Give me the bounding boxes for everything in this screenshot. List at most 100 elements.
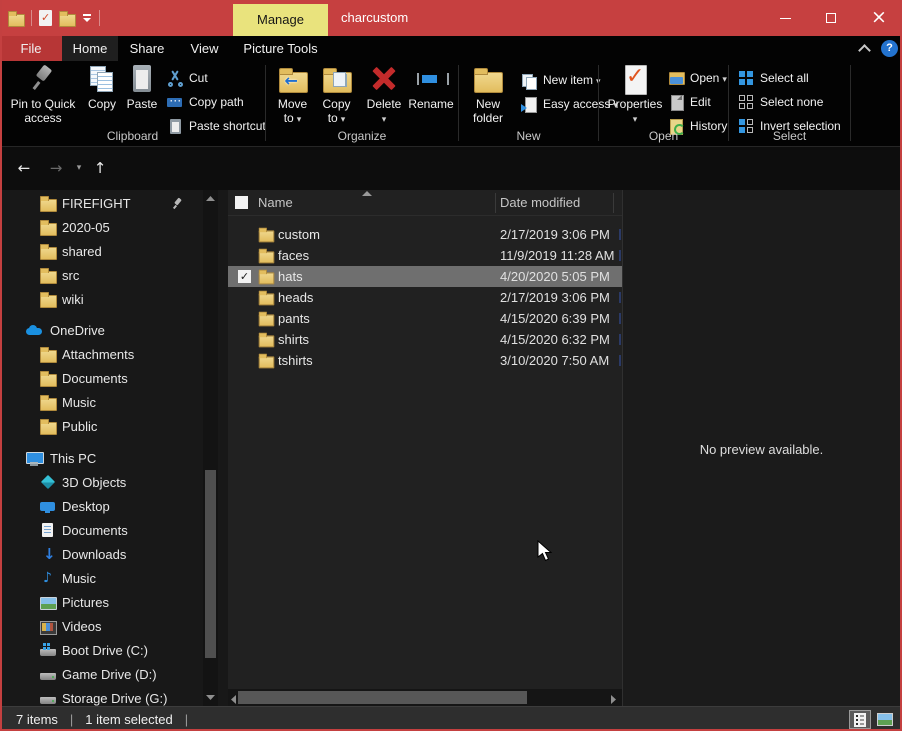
- tab-view[interactable]: View: [176, 36, 233, 61]
- sidebar-item-documents[interactable]: Documents: [0, 367, 200, 391]
- horizontal-scrollbar[interactable]: [228, 689, 622, 706]
- details-view-button[interactable]: [849, 710, 871, 729]
- paste-button[interactable]: Paste: [122, 63, 162, 111]
- scroll-up-icon[interactable]: [206, 196, 215, 201]
- sidebar-item-2020-05[interactable]: 2020-05: [0, 216, 200, 240]
- sidebar-item-label: FIREFIGHT: [62, 192, 131, 216]
- new-folder-label: New folder: [462, 97, 514, 125]
- paste-label: Paste: [127, 97, 158, 111]
- file-row[interactable]: faces 11/9/2019 11:28 AM: [228, 245, 622, 266]
- sidebar-item-pictures[interactable]: Pictures: [0, 591, 200, 615]
- help-icon[interactable]: [881, 40, 898, 57]
- forward-button[interactable]: [42, 155, 70, 181]
- tab-home[interactable]: Home: [62, 36, 118, 61]
- column-separator[interactable]: [495, 193, 496, 213]
- file-row[interactable]: shirts 4/15/2020 6:32 PM: [228, 329, 622, 350]
- scroll-right-icon[interactable]: [611, 695, 616, 704]
- tab-manage[interactable]: Manage: [233, 4, 328, 36]
- maximize-button[interactable]: [808, 0, 854, 36]
- folder-icon: [259, 270, 275, 285]
- sidebar-item-boot-drive-c[interactable]: Boot Drive (C:): [0, 639, 200, 663]
- tab-share[interactable]: Share: [118, 36, 176, 61]
- open-button[interactable]: Open: [668, 67, 727, 89]
- file-name: hats: [278, 266, 303, 287]
- file-name: shirts: [278, 329, 309, 350]
- qat-new-folder-icon[interactable]: [59, 11, 75, 26]
- select-none-button[interactable]: Select none: [738, 91, 823, 113]
- tab-picture-tools[interactable]: Picture Tools: [233, 36, 328, 61]
- file-row[interactable]: tshirts 3/10/2020 7:50 AM: [228, 350, 622, 371]
- up-button[interactable]: [88, 155, 112, 181]
- copy-button[interactable]: Copy: [82, 63, 122, 111]
- sidebar-item-src[interactable]: src: [0, 264, 200, 288]
- delete-button[interactable]: Delete: [362, 63, 406, 121]
- close-button[interactable]: [856, 0, 902, 36]
- sidebar-item-attachments[interactable]: Attachments: [0, 343, 200, 367]
- select-all-button[interactable]: Select all: [738, 67, 809, 89]
- large-icons-view-button[interactable]: [874, 710, 896, 729]
- copy-path-button[interactable]: Copy path: [167, 91, 244, 113]
- sidebar-item-label: 2020-05: [62, 216, 110, 240]
- back-button[interactable]: [10, 155, 38, 181]
- sidebar-item-music[interactable]: Music: [0, 567, 200, 591]
- sidebar-item-documents[interactable]: Documents: [0, 519, 200, 543]
- collapse-ribbon-icon[interactable]: [858, 42, 872, 56]
- sidebar-item-desktop[interactable]: Desktop: [0, 495, 200, 519]
- scroll-left-icon[interactable]: [231, 695, 236, 704]
- new-item-icon: [521, 72, 538, 89]
- file-row[interactable]: hats 4/20/2020 5:05 PM: [228, 266, 622, 287]
- column-header-date-modified[interactable]: Date modified: [500, 190, 580, 216]
- sidebar-item-shared[interactable]: shared: [0, 240, 200, 264]
- cut-button[interactable]: Cut: [167, 67, 208, 89]
- sidebar-item-public[interactable]: Public: [0, 415, 200, 439]
- sidebar-item-firefight[interactable]: FIREFIGHT: [0, 192, 200, 216]
- new-folder-icon: [470, 63, 506, 95]
- move-to-button[interactable]: ← Move to: [271, 63, 314, 126]
- qat-folder-icon[interactable]: [8, 11, 24, 26]
- minimize-button[interactable]: [762, 0, 808, 36]
- row-tick: [619, 292, 621, 303]
- qat-properties-icon[interactable]: [39, 10, 52, 26]
- file-row[interactable]: pants 4/15/2020 6:39 PM: [228, 308, 622, 329]
- folder-icon: [40, 220, 57, 236]
- sidebar-scrollbar-thumb[interactable]: [205, 470, 216, 658]
- copy-to-button[interactable]: Copy to: [315, 63, 358, 126]
- sidebar-scrollbar[interactable]: [203, 190, 218, 706]
- dropdown-caret-icon: [382, 111, 387, 121]
- pin-to-quick-access-button[interactable]: Pin to Quick access: [6, 63, 80, 125]
- easy-access-button[interactable]: Easy access: [521, 93, 618, 115]
- new-item-button[interactable]: New item: [521, 69, 601, 91]
- scroll-down-icon[interactable]: [206, 695, 215, 700]
- file-row[interactable]: custom 2/17/2019 3:06 PM: [228, 224, 622, 245]
- sidebar-item-music[interactable]: Music: [0, 391, 200, 415]
- properties-button[interactable]: Properties: [606, 63, 664, 121]
- column-separator[interactable]: [613, 193, 614, 213]
- sidebar-item-label: Music: [62, 391, 96, 415]
- folder-icon: [40, 419, 57, 435]
- sidebar-item-label: Desktop: [62, 495, 110, 519]
- file-name: tshirts: [278, 350, 313, 371]
- new-folder-button[interactable]: New folder: [462, 63, 514, 125]
- edit-button[interactable]: Edit: [668, 91, 711, 113]
- sidebar-item-this-pc[interactable]: This PC: [0, 447, 200, 471]
- sidebar-item-downloads[interactable]: Downloads: [0, 543, 200, 567]
- sidebar-item-wiki[interactable]: wiki: [0, 288, 200, 312]
- column-header-name[interactable]: Name: [258, 190, 293, 216]
- sidebar-item-videos[interactable]: Videos: [0, 615, 200, 639]
- dropdown-caret-icon: [294, 111, 302, 125]
- delete-icon: [366, 63, 402, 95]
- row-checkbox[interactable]: [238, 270, 251, 283]
- qat-customize-dropdown-icon[interactable]: [82, 11, 92, 25]
- horizontal-scrollbar-thumb[interactable]: [238, 691, 527, 704]
- sidebar-item-onedrive[interactable]: OneDrive: [0, 319, 200, 343]
- sidebar-item-3d-objects[interactable]: 3D Objects: [0, 471, 200, 495]
- cut-icon: [167, 70, 184, 87]
- file-date-modified: 4/20/2020 5:05 PM: [500, 266, 610, 287]
- file-row[interactable]: heads 2/17/2019 3:06 PM: [228, 287, 622, 308]
- sidebar-item-game-drive-d[interactable]: Game Drive (D:): [0, 663, 200, 687]
- select-all-checkbox[interactable]: [235, 196, 248, 209]
- rename-button[interactable]: Rename: [406, 63, 456, 111]
- recent-locations-dropdown-icon[interactable]: [70, 155, 88, 181]
- tab-file[interactable]: File: [0, 36, 62, 61]
- sidebar-item-label: This PC: [50, 447, 96, 471]
